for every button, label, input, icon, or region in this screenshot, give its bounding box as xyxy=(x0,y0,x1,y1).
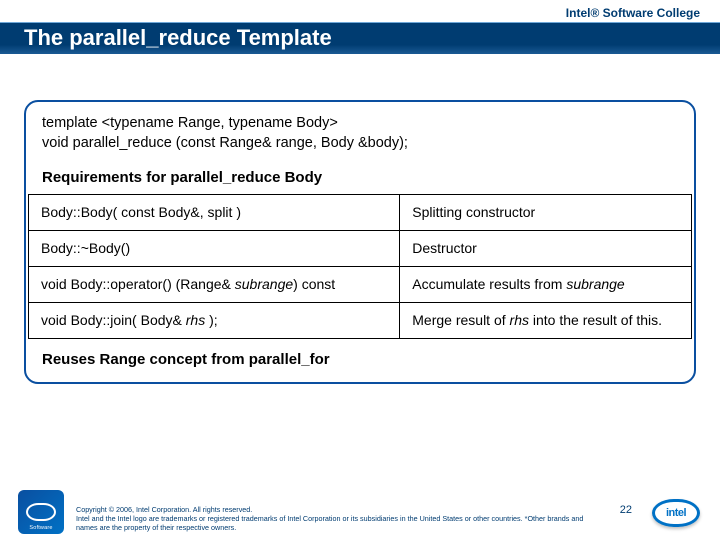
cell-description: Splitting constructor xyxy=(400,195,692,231)
em-text: subrange xyxy=(566,276,624,292)
copyright-text: Copyright © 2006, Intel Corporation. All… xyxy=(76,505,596,532)
requirements-heading: Requirements for parallel_reduce Body xyxy=(26,163,694,194)
intel-ring-icon xyxy=(26,503,56,521)
intel-logo-icon: intel xyxy=(650,496,702,530)
text: void Body::operator() (Range& xyxy=(41,276,235,292)
requirements-table: Body::Body( const Body&, split ) Splitti… xyxy=(28,194,692,339)
template-signature: template <typename Range, typename Body>… xyxy=(26,114,694,163)
table-row: void Body::operator() (Range& subrange) … xyxy=(29,266,692,302)
text: Merge result of xyxy=(412,312,509,328)
cell-signature: void Body::operator() (Range& subrange) … xyxy=(29,266,400,302)
copyright-line-1: Copyright © 2006, Intel Corporation. All… xyxy=(76,505,596,514)
copyright-line-2: Intel and the Intel logo are trademarks … xyxy=(76,514,596,532)
brand-label: Intel® Software College xyxy=(566,6,700,20)
content-box: template <typename Range, typename Body>… xyxy=(24,100,696,384)
em-text: rhs xyxy=(186,312,205,328)
intel-text: intel xyxy=(655,507,697,519)
text: into the result of this. xyxy=(529,312,662,328)
table-row: Body::~Body() Destructor xyxy=(29,231,692,267)
page-number: 22 xyxy=(620,504,632,516)
cell-description: Destructor xyxy=(400,231,692,267)
signature-line-2: void parallel_reduce (const Range& range… xyxy=(42,134,678,154)
page-title: The parallel_reduce Template xyxy=(0,23,720,53)
cell-signature: void Body::join( Body& rhs ); xyxy=(29,302,400,338)
signature-line-1: template <typename Range, typename Body> xyxy=(42,114,678,134)
text: ); xyxy=(205,312,217,328)
intel-software-logo-icon: Software xyxy=(18,490,64,534)
table-row: Body::Body( const Body&, split ) Splitti… xyxy=(29,195,692,231)
em-text: rhs xyxy=(510,312,529,328)
cell-signature: Body::~Body() xyxy=(29,231,400,267)
text: void Body::join( Body& xyxy=(41,312,186,328)
text: ) const xyxy=(293,276,335,292)
cell-signature: Body::Body( const Body&, split ) xyxy=(29,195,400,231)
cell-description: Merge result of rhs into the result of t… xyxy=(400,302,692,338)
text: Accumulate results from xyxy=(412,276,566,292)
table-row: void Body::join( Body& rhs ); Merge resu… xyxy=(29,302,692,338)
footer: Software Copyright © 2006, Intel Corpora… xyxy=(0,486,720,540)
slide: Intel® Software College The parallel_red… xyxy=(0,0,720,540)
em-text: subrange xyxy=(235,276,293,292)
intel-ring-icon: intel xyxy=(652,499,700,527)
title-bar: The parallel_reduce Template xyxy=(0,22,720,54)
cell-description: Accumulate results from subrange xyxy=(400,266,692,302)
reuses-note: Reuses Range concept from parallel_for xyxy=(26,339,694,368)
software-label: Software xyxy=(18,525,64,531)
